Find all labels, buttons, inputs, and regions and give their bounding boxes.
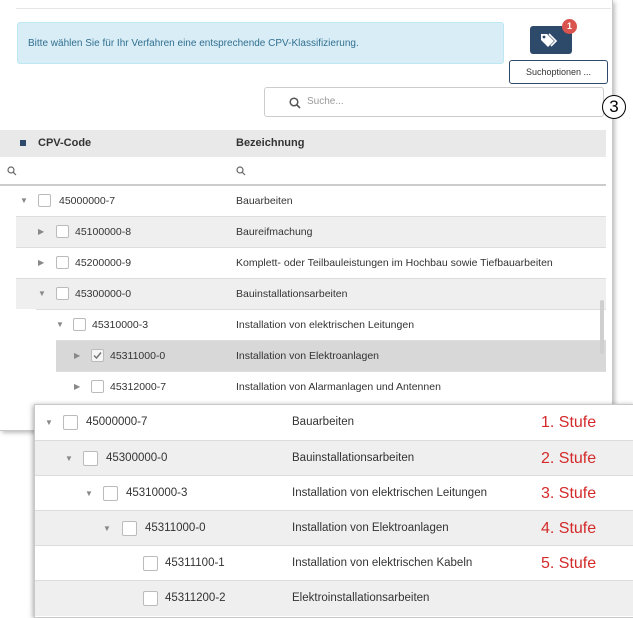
select-all-checkbox[interactable] [20,140,26,146]
divider [16,8,611,9]
expand-icon[interactable]: ▶ [38,217,44,247]
row-checkbox[interactable] [63,415,78,430]
table-row[interactable]: ▶ 45311000-0 Installation von Elektroanl… [56,340,606,371]
row-code: 45300000-0 [106,452,168,464]
zoom-row[interactable]: ▼ 45310000-3 Installation von elektrisch… [35,475,633,511]
row-checkbox[interactable] [143,591,158,606]
level-label: 5. Stufe [541,555,597,572]
row-name: Installation von Alarmanlagen und Antenn… [236,381,441,393]
collapse-icon[interactable]: ▼ [56,310,64,340]
row-name: Installation von elektrischen Leitungen [292,487,487,499]
table-row[interactable]: ▶ 45100000-8 Baureifmachung [16,216,606,247]
row-name: Baureifmachung [236,226,313,238]
row-checkbox[interactable] [56,225,69,238]
row-code: 45310000-3 [92,319,149,331]
search-placeholder: Suche... [307,96,344,107]
row-code: 45311100-1 [165,557,225,569]
row-name: Installation von Elektroanlagen [292,522,449,534]
level-label: 3. Stufe [541,485,597,502]
zoom-row[interactable]: 45311200-2 Elektroinstallationsarbeiten [35,580,633,616]
filter-name-search-icon[interactable] [236,166,246,176]
zoom-detail-panel: ▼ 45000000-7 Bauarbeiten 1. Stufe ▼ 4530… [34,404,633,618]
row-code: 45311200-2 [165,592,226,604]
row-code: 45312000-7 [110,381,167,393]
search-options-button[interactable]: Suchoptionen ... [509,60,608,84]
row-checkbox[interactable] [91,380,104,393]
collapse-icon[interactable]: ▼ [45,405,53,440]
column-header-name[interactable]: Bezeichnung [236,130,304,157]
row-checkbox[interactable] [103,486,118,501]
zoom-row[interactable]: 45311100-1 Installation von elektrischen… [35,545,633,581]
row-checkbox[interactable] [143,556,158,571]
row-checkbox[interactable] [122,521,137,536]
level-label: 1. Stufe [541,414,597,431]
column-header-code[interactable]: CPV-Code [38,130,91,157]
annotation-number: 3 [602,95,626,119]
table-row[interactable]: ▼ 45000000-7 Bauarbeiten [0,186,606,216]
row-name: Elektroinstallationsarbeiten [292,592,430,604]
row-checkbox[interactable] [38,194,51,207]
zoom-row[interactable]: ▼ 45000000-7 Bauarbeiten 1. Stufe [35,405,633,440]
row-code: 45311000-0 [110,350,166,362]
search-icon [289,97,301,109]
collapse-icon[interactable]: ▼ [65,441,73,476]
row-name: Installation von elektrischen Kabeln [292,557,473,569]
row-name: Installation von elektrischen Leitungen [236,319,415,331]
row-name: Bauarbeiten [292,416,355,428]
row-name: Installation von Elektroanlagen [236,350,380,362]
info-alert: Bitte wählen Sie für Ihr Verfahren eine … [17,22,504,64]
zoom-row[interactable]: ▼ 45300000-0 Bauinstallationsarbeiten 2.… [35,440,633,476]
level-label: 4. Stufe [541,520,597,537]
table-row[interactable]: ▼ 45310000-3 Installation von elektrisch… [36,309,606,340]
checkmark-icon [93,352,102,360]
row-code: 45000000-7 [59,195,116,207]
expand-icon[interactable]: ▶ [74,341,80,371]
row-checkbox[interactable] [83,451,98,466]
row-code: 45100000-8 [75,226,132,238]
table-header: CPV-Code Bezeichnung [0,130,606,157]
search-input[interactable]: Suche... [264,87,604,117]
filter-code-search-icon[interactable] [7,166,17,176]
level-label: 2. Stufe [541,450,597,467]
table-row[interactable]: ▼ 45300000-0 Bauinstallationsarbeiten [16,278,606,309]
row-code: 45200000-9 [75,257,132,269]
scrollbar-thumb[interactable] [600,300,604,354]
table-row[interactable]: ▶ 45312000-7 Installation von Alarmanlag… [56,371,606,402]
row-name: Bauarbeiten [236,195,293,207]
collapse-icon[interactable]: ▼ [103,511,111,546]
row-code: 45300000-0 [75,288,132,300]
row-code: 45311000-0 [145,522,206,534]
expand-icon[interactable]: ▶ [74,372,80,402]
notification-badge: 1 [562,19,577,34]
row-checkbox[interactable] [73,318,86,331]
table-row[interactable]: ▶ 45200000-9 Komplett- oder Teilbauleist… [16,247,606,278]
row-code: 45310000-3 [126,487,188,499]
row-checkbox[interactable] [56,256,69,269]
collapse-icon[interactable]: ▼ [38,279,46,309]
collapse-icon[interactable]: ▼ [20,186,28,216]
filter-row [0,158,606,186]
tags-icon [541,33,558,47]
expand-icon[interactable]: ▶ [38,248,44,278]
row-name: Bauinstallationsarbeiten [236,288,348,300]
row-checkbox[interactable] [56,287,69,300]
row-name: Bauinstallationsarbeiten [292,452,415,464]
row-checkbox-checked[interactable] [91,349,104,362]
row-code: 45000000-7 [86,416,148,428]
cpv-panel: Bitte wählen Sie für Ihr Verfahren eine … [0,0,613,431]
collapse-icon[interactable]: ▼ [85,476,93,511]
row-name: Komplett- oder Teilbauleistungen im Hoch… [236,257,553,269]
zoom-row[interactable]: ▼ 45311000-0 Installation von Elektroanl… [35,510,633,546]
